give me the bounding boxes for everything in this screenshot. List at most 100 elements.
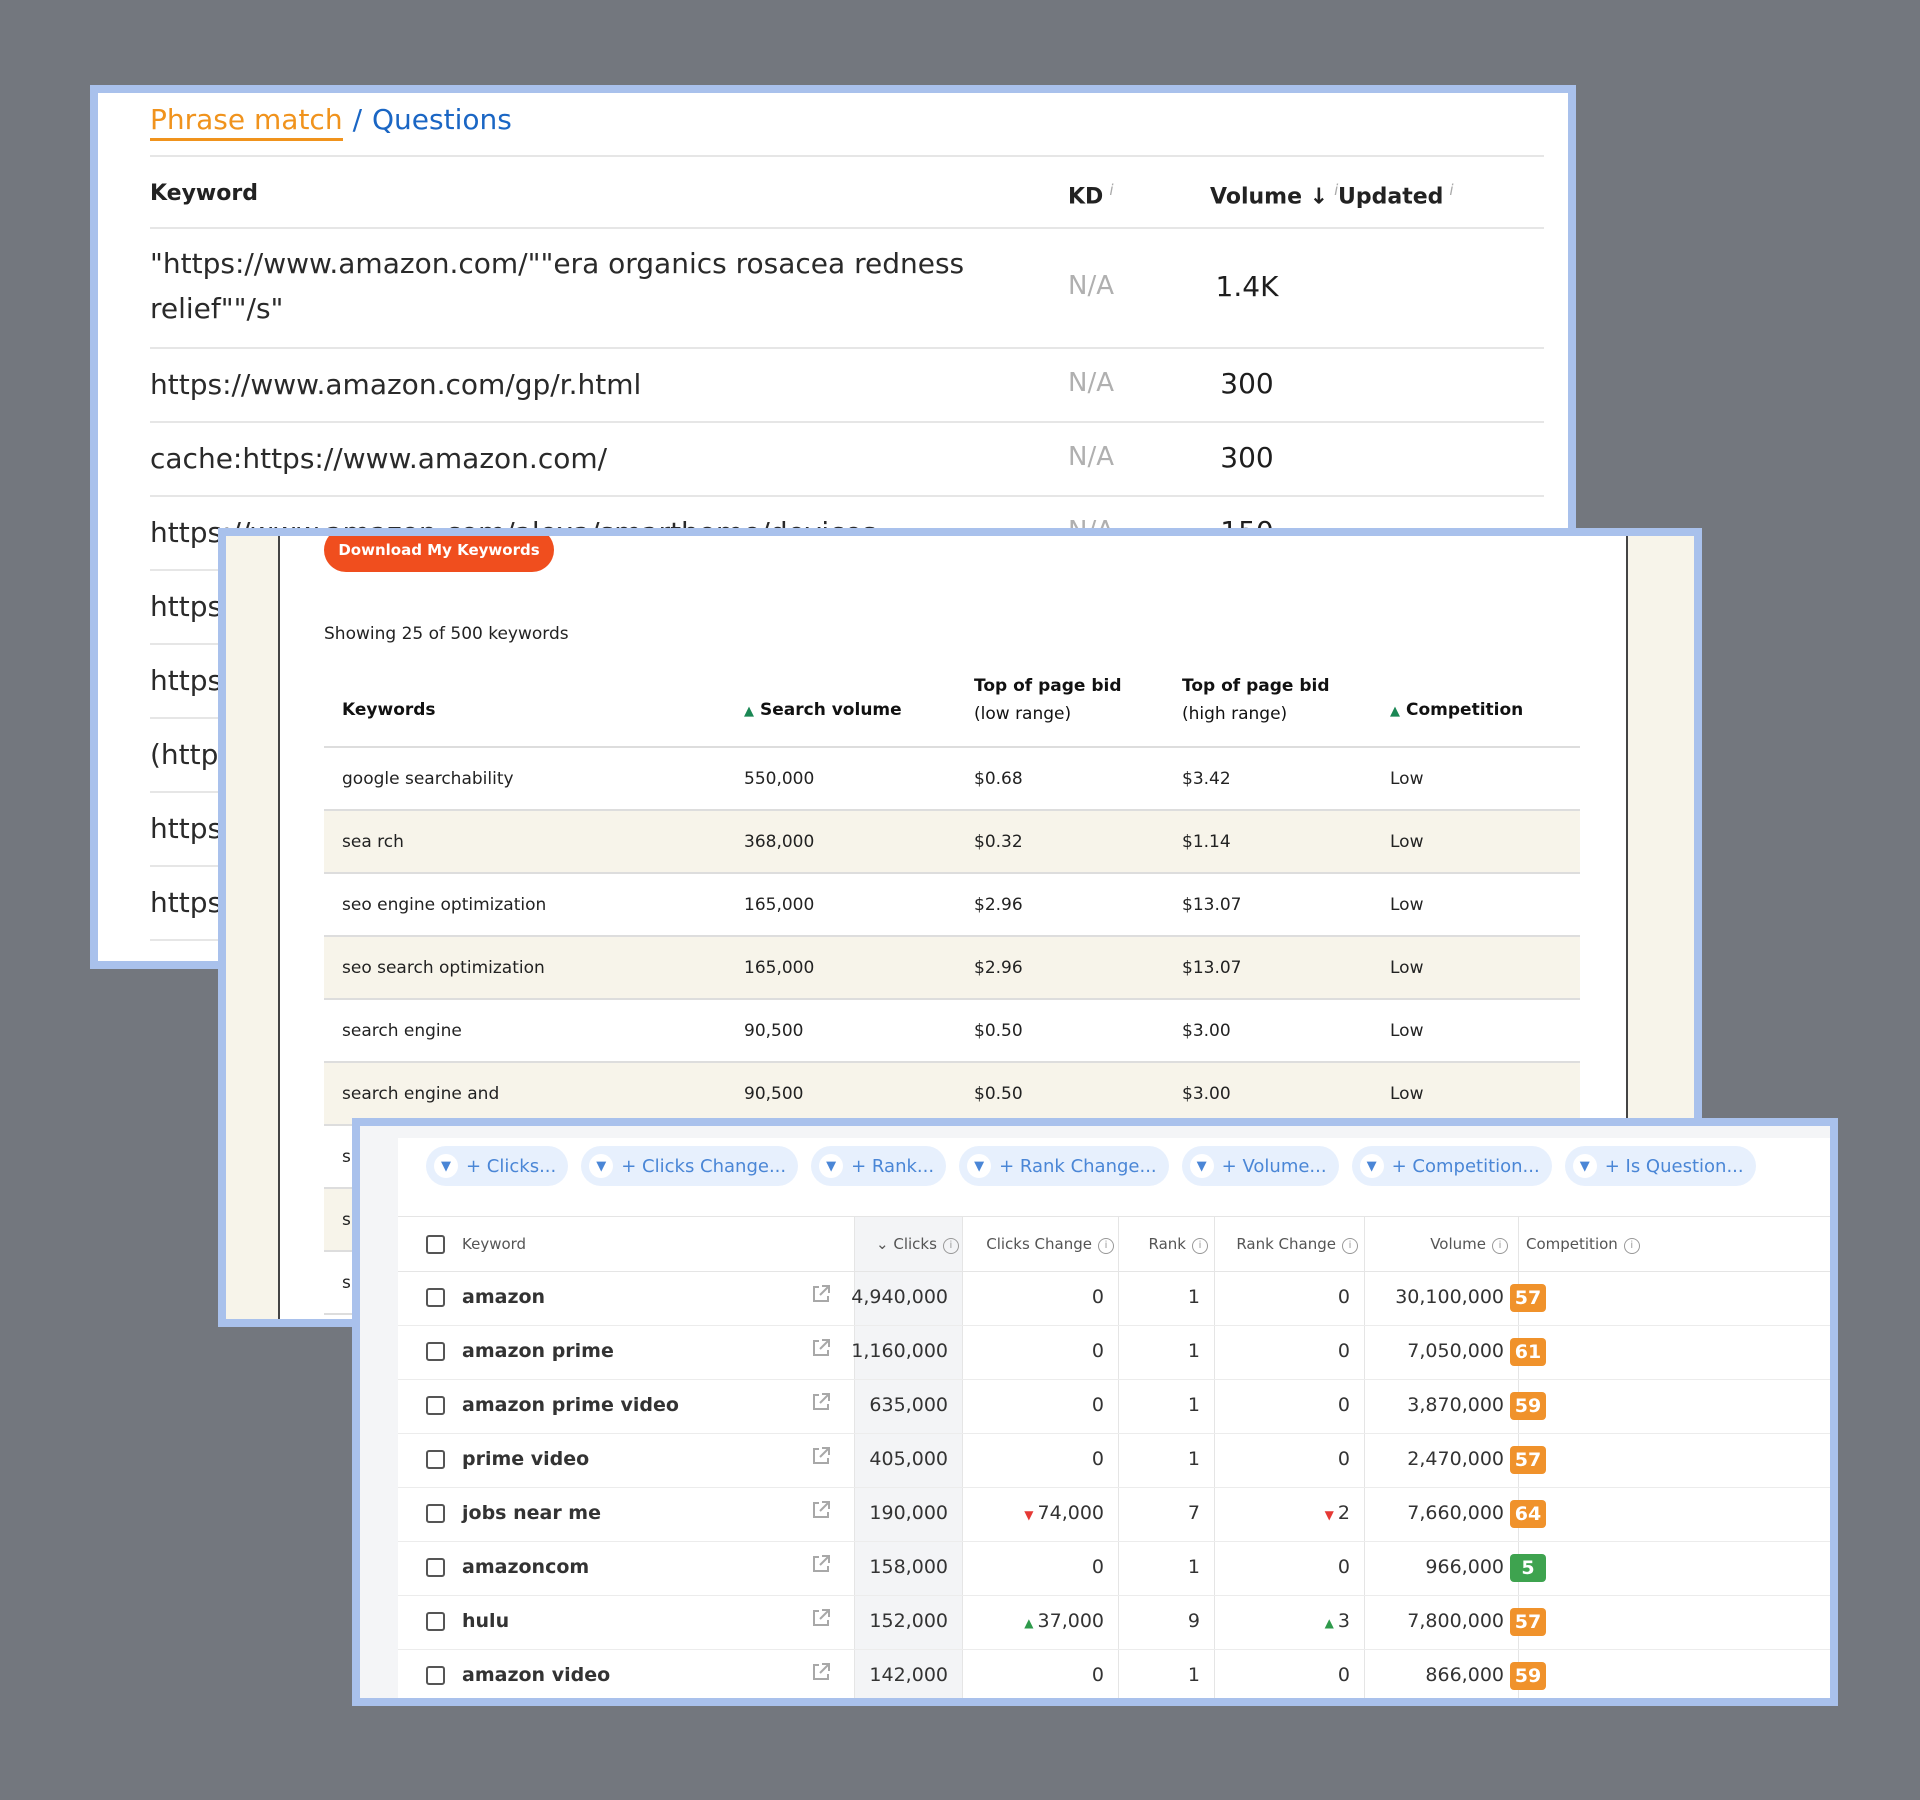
p1-table-row[interactable]: "https://www.amazon.com/""era organics r… (150, 229, 1544, 349)
p3-keyword[interactable]: amazon video (462, 1664, 610, 1686)
info-icon[interactable]: i (1342, 1238, 1358, 1254)
p1-keyword[interactable]: cache:https://www.amazon.com/ (150, 436, 1000, 481)
p3-col-keyword[interactable]: Keyword (462, 1235, 526, 1253)
p3-clicks: 4,940,000 (851, 1286, 948, 1308)
p1-kd-value: N/A (1068, 271, 1114, 301)
p2-table-row[interactable]: google searchability 550,000 $0.68 $3.42 Low (324, 748, 1580, 811)
p1-keyword[interactable]: "https://www.amazon.com/""era organics r… (150, 241, 1000, 331)
p3-col-volume[interactable]: Volume i (1430, 1235, 1508, 1254)
p3-keyword[interactable]: jobs near me (462, 1502, 601, 1524)
p2-keyword-cell[interactable]: search engine (342, 1021, 462, 1041)
p1-kd-value: N/A (1068, 368, 1114, 398)
info-icon[interactable]: i (1623, 1238, 1640, 1254)
p1-table-row[interactable]: https://www.amazon.com/gp/r.html N/A 300 (150, 349, 1544, 423)
p1-col-keyword[interactable]: Keyword (150, 181, 258, 206)
filter-chip[interactable]: ▼ + Clicks... (426, 1146, 569, 1186)
p3-keyword[interactable]: amazon (462, 1286, 545, 1308)
p3-keyword[interactable]: amazon prime video (462, 1394, 679, 1416)
p2-keyword-cell[interactable]: google searchability (342, 769, 514, 789)
select-all-checkbox[interactable] (426, 1235, 445, 1254)
row-checkbox[interactable] (426, 1666, 445, 1685)
p2-keyword-cell[interactable]: seo search optimization (342, 958, 545, 978)
row-checkbox[interactable] (426, 1396, 445, 1415)
p3-col-competition[interactable]: Competition i (1526, 1235, 1640, 1254)
p1-tabs: Phrase match / Questions (150, 103, 512, 141)
p2-keyword-cell[interactable]: s (342, 1210, 351, 1230)
p2-keyword-cell[interactable]: sea rch (342, 832, 404, 852)
p3-table-row[interactable]: amazon video 142,000 0 1 0 866,000 59 (398, 1650, 1830, 1698)
p3-rank: 1 (1187, 1394, 1200, 1416)
info-icon[interactable]: i (1492, 1238, 1508, 1254)
p3-table-row[interactable]: amazon prime video 635,000 0 1 0 3,870,000 59 (398, 1380, 1830, 1434)
p1-table-row[interactable]: cache:https://www.amazon.com/N/A 300 (150, 423, 1544, 497)
p1-col-updated[interactable]: Updated i (1338, 181, 1454, 209)
p3-keyword[interactable]: amazon prime (462, 1340, 614, 1362)
p2-table-row[interactable]: sea rch 368,000 $0.32 $1.14 Low (324, 811, 1580, 874)
external-link-icon[interactable] (810, 1391, 832, 1413)
row-checkbox[interactable] (426, 1450, 445, 1469)
row-checkbox[interactable] (426, 1558, 445, 1577)
p2-col-competition[interactable]: ▲ Competition (1390, 700, 1523, 720)
external-link-icon[interactable] (810, 1445, 832, 1467)
p3-rank: 1 (1187, 1286, 1200, 1308)
tab-questions[interactable]: Questions (372, 103, 512, 136)
updated-info-icon[interactable]: i (1449, 181, 1453, 199)
external-link-icon[interactable] (810, 1499, 832, 1521)
row-checkbox[interactable] (426, 1288, 445, 1307)
p2-keyword-cell[interactable]: search engine and (342, 1084, 499, 1104)
p1-col-kd[interactable]: KD i (1068, 181, 1113, 209)
filter-chip[interactable]: ▼ + Is Question... (1564, 1146, 1756, 1186)
p3-col-clicks-change[interactable]: Clicks Change i (986, 1235, 1114, 1254)
p3-table-row[interactable]: amazon prime 1,160,000 0 1 0 7,050,000 61 (398, 1326, 1830, 1380)
tab-phrase-match[interactable]: Phrase match (150, 103, 343, 141)
p3-col-rank[interactable]: Rank i (1149, 1235, 1208, 1254)
p3-volume: 30,100,000 (1395, 1286, 1504, 1308)
competition-badge: 61 (1510, 1338, 1546, 1366)
info-icon[interactable]: i (942, 1238, 959, 1254)
p3-clicks: 142,000 (869, 1664, 948, 1686)
p3-keyword[interactable]: hulu (462, 1610, 509, 1632)
filter-chip[interactable]: ▼ + Rank Change... (959, 1146, 1169, 1186)
external-link-icon[interactable] (810, 1553, 832, 1575)
filter-label: + Rank... (851, 1155, 935, 1177)
filter-chip[interactable]: ▼ + Rank... (811, 1146, 947, 1186)
external-link-icon[interactable] (810, 1661, 832, 1683)
p2-table-row[interactable]: search engine and 90,500 $0.50 $3.00 Low (324, 1063, 1580, 1126)
competition-badge: 57 (1510, 1446, 1546, 1474)
p2-col-search-volume[interactable]: ▲ Search volume (744, 700, 902, 720)
p2-table-row[interactable]: seo search optimization 165,000 $2.96 $13.0… (324, 937, 1580, 1000)
p2-col-bid-low[interactable]: Top of page bid (low range) (974, 672, 1122, 728)
p3-table-row[interactable]: amazon 4,940,000 0 1 0 30,100,000 57 (398, 1272, 1830, 1326)
row-checkbox[interactable] (426, 1504, 445, 1523)
download-keywords-button[interactable]: Download My Keywords (324, 536, 554, 572)
p3-table-row[interactable]: hulu 152,000 ▲ 37,000 9 ▲ 3 7,800,000 57 (398, 1596, 1830, 1650)
p3-table-row[interactable]: amazoncom 158,000 0 1 0 966,000 5 (398, 1542, 1830, 1596)
external-link-icon[interactable] (810, 1337, 832, 1359)
p2-keyword-cell[interactable]: s (342, 1273, 351, 1293)
row-checkbox[interactable] (426, 1342, 445, 1361)
p2-keyword-cell[interactable]: seo engine optimization (342, 895, 546, 915)
p3-table-row[interactable]: jobs near me 190,000 ▼ 74,000 7 ▼ 2 7,660,000 64 (398, 1488, 1830, 1542)
filter-chip[interactable]: ▼ + Competition... (1351, 1146, 1552, 1186)
row-checkbox[interactable] (426, 1612, 445, 1631)
p2-table-row[interactable]: search engine 90,500 $0.50 $3.00 Low (324, 1000, 1580, 1063)
info-icon[interactable]: i (1098, 1238, 1114, 1254)
external-link-icon[interactable] (810, 1283, 832, 1305)
filter-chip[interactable]: ▼ + Volume... (1181, 1146, 1339, 1186)
p3-table-row[interactable]: prime video 405,000 0 1 0 2,470,000 57 (398, 1434, 1830, 1488)
info-icon[interactable]: i (1192, 1238, 1208, 1254)
p3-col-rank-change[interactable]: Rank Change i (1236, 1235, 1358, 1254)
filter-icon: ▼ (1359, 1154, 1384, 1178)
p2-keyword-cell[interactable]: s (342, 1147, 351, 1167)
external-link-icon[interactable] (810, 1607, 832, 1629)
p3-keyword[interactable]: prime video (462, 1448, 589, 1470)
p2-table-row[interactable]: seo engine optimization 165,000 $2.96 $13.0… (324, 874, 1580, 937)
p1-keyword[interactable]: https://www.amazon.com/gp/r.html (150, 362, 1000, 407)
p2-col-bid-high[interactable]: Top of page bid (high range) (1182, 672, 1330, 728)
p1-col-volume[interactable]: Volume ↓ i (1210, 181, 1338, 209)
filter-chip[interactable]: ▼ + Clicks Change... (581, 1146, 799, 1186)
p2-col-keywords[interactable]: Keywords (342, 700, 436, 720)
kd-info-icon[interactable]: i (1109, 181, 1113, 199)
p3-keyword[interactable]: amazoncom (462, 1556, 589, 1578)
p3-col-clicks[interactable]: ⌄ Clicks i (876, 1235, 959, 1254)
